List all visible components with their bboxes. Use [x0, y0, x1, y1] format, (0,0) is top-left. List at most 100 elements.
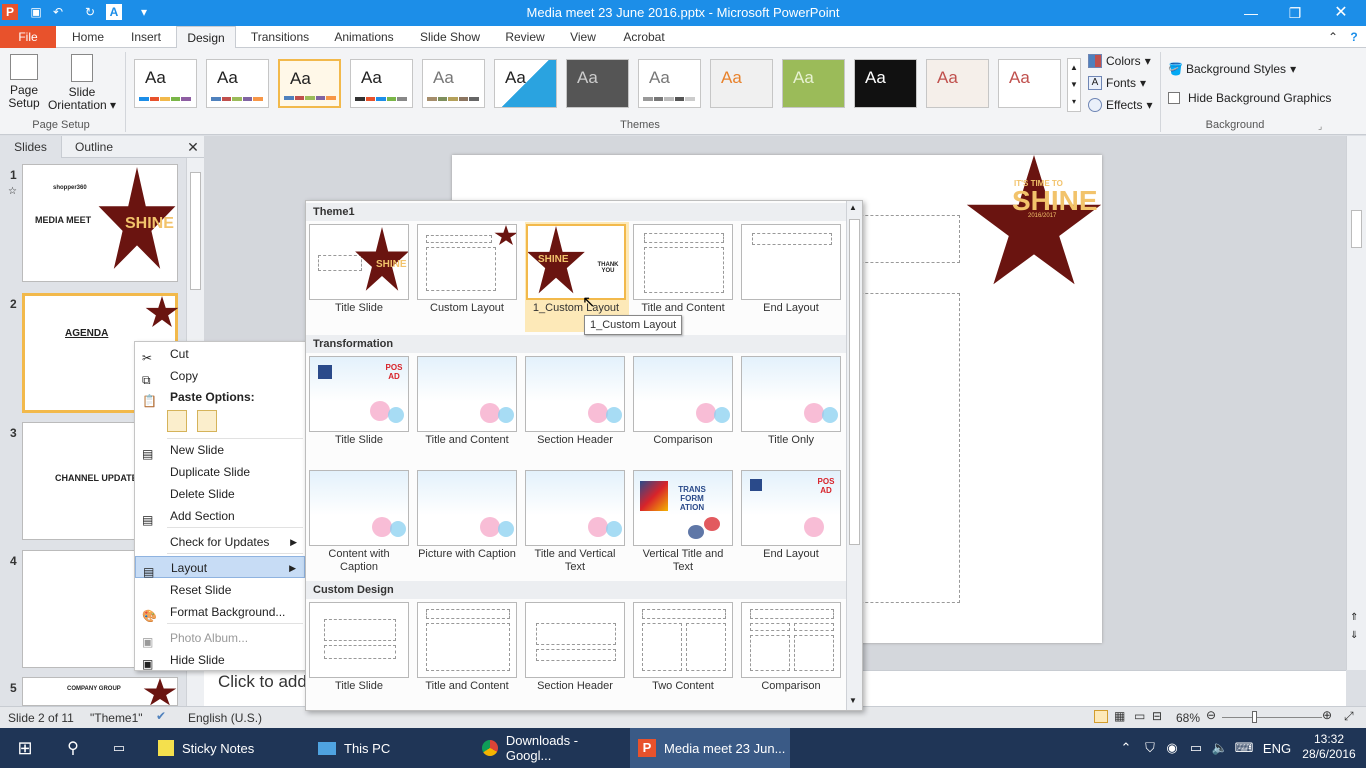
slide-show-icon[interactable]: ⊟ [1152, 709, 1162, 723]
layout-transformation-title-and-vertical-text[interactable]: Title and Vertical Text [525, 470, 629, 580]
reading-view-icon[interactable]: ▭ [1134, 709, 1145, 723]
prev-slide-icon[interactable]: ⇑ [1350, 612, 1358, 623]
zoom-in-icon[interactable]: ⊕ [1322, 708, 1332, 722]
tab-acrobat[interactable]: Acrobat [616, 26, 672, 48]
redo-icon[interactable]: ↻ [82, 4, 98, 20]
layout-transformation-content-with-caption[interactable]: Content with Caption [309, 470, 413, 580]
battery-icon[interactable]: ▭ [1186, 728, 1206, 768]
volume-icon[interactable]: 🔈 [1210, 728, 1230, 768]
layout-custom-title-and-content[interactable]: Title and Content [417, 602, 521, 702]
dialog-launcher-icon[interactable]: ⌟ [1318, 121, 1322, 132]
menu-item-delete-slide[interactable]: Delete Slide [135, 483, 305, 505]
clock[interactable]: 13:32 28/6/2016 [1302, 732, 1356, 762]
language[interactable]: English (U.S.) [188, 711, 262, 725]
menu-item-hide-slide[interactable]: ▣ Hide Slide [135, 649, 305, 671]
next-slide-icon[interactable]: ⇓ [1350, 630, 1358, 641]
keyboard-icon[interactable]: ⌨ [1234, 728, 1254, 768]
fonts-button[interactable]: A Fonts ▾ [1088, 76, 1146, 90]
tab-slides[interactable]: Slides [0, 136, 62, 158]
slide-sorter-icon[interactable]: ▦ [1114, 709, 1125, 723]
gallery-scrollbar[interactable]: ▲ ▼ [846, 201, 862, 710]
save-icon[interactable]: ▣ [28, 4, 44, 20]
layout-transformation-title-slide[interactable]: POS AD Title Slide [309, 356, 413, 456]
restore-button[interactable]: ❐ [1272, 0, 1318, 26]
network-icon[interactable]: ◉ [1162, 728, 1182, 768]
tab-file[interactable]: File [0, 26, 56, 48]
theme-thumb-11[interactable]: Aa [854, 59, 917, 108]
menu-item-check-updates[interactable]: Check for Updates ▶ [135, 531, 305, 553]
menu-item-format-background[interactable]: 🎨 Format Background... [135, 601, 305, 623]
paste-keep-formatting-icon[interactable] [167, 410, 187, 432]
tab-insert[interactable]: Insert [120, 26, 172, 48]
layout-transformation-picture-with-caption[interactable]: Picture with Caption [417, 470, 521, 580]
layout-theme1-end-layout[interactable]: End Layout [741, 224, 845, 324]
scroll-thumb[interactable] [1351, 210, 1362, 248]
search-icon[interactable]: ⚲ [60, 728, 86, 768]
windows-start-icon[interactable]: ⊞ [12, 728, 38, 768]
layout-custom-title-slide[interactable]: Title Slide [309, 602, 413, 702]
theme-thumb-1[interactable]: Aa [134, 59, 197, 108]
help-icon[interactable]: ? [1346, 26, 1362, 48]
title-placeholder[interactable] [850, 215, 960, 263]
menu-item-cut[interactable]: ✂ Cut [135, 343, 305, 365]
layout-theme1-title-slide[interactable]: SHINE Title Slide [309, 224, 413, 324]
layout-transformation-comparison[interactable]: Comparison [633, 356, 737, 456]
themes-scroll-buttons[interactable]: ▲ ▼ ▾ [1067, 58, 1081, 112]
taskbar-powerpoint[interactable]: P Media meet 23 Jun... [630, 728, 790, 768]
zoom-level[interactable]: 68% [1176, 711, 1200, 725]
theme-thumb-13[interactable]: Aa [998, 59, 1061, 108]
minimize-button[interactable]: — [1228, 0, 1274, 26]
taskbar-sticky-notes[interactable]: Sticky Notes [150, 728, 300, 768]
close-panel-icon[interactable]: ✕ [184, 136, 202, 158]
page-setup-button[interactable]: Page Setup [6, 54, 42, 114]
tab-design[interactable]: Design [176, 26, 236, 49]
layout-theme1-title-and-content[interactable]: Title and Content [633, 224, 737, 324]
theme-thumb-10[interactable]: Aa [782, 59, 845, 108]
menu-item-layout[interactable]: ▤ Layout ▶ [135, 556, 305, 579]
layout-theme1-custom-layout[interactable]: Custom Layout [417, 224, 521, 324]
layout-custom-section-header[interactable]: Section Header [525, 602, 629, 702]
input-language[interactable]: ENG [1262, 728, 1292, 768]
theme-thumb-12[interactable]: Aa [926, 59, 989, 108]
scroll-thumb[interactable] [849, 219, 860, 545]
theme-thumb-8[interactable]: Aa [638, 59, 701, 108]
theme-thumb-office[interactable]: Aa [206, 59, 269, 108]
tab-outline[interactable]: Outline [62, 136, 126, 158]
slide-orientation-button[interactable]: Slide Orientation ▾ [46, 54, 118, 114]
theme-thumb-4[interactable]: Aa [350, 59, 413, 108]
layout-transformation-title-only[interactable]: Title Only [741, 356, 845, 456]
layout-custom-comparison[interactable]: Comparison [741, 602, 845, 702]
zoom-out-icon[interactable]: ⊖ [1206, 708, 1216, 722]
hide-background-checkbox[interactable]: Hide Background Graphics [1168, 91, 1331, 105]
font-color-icon[interactable]: A [106, 4, 122, 20]
collapse-ribbon-icon[interactable]: ⌃ [1326, 26, 1340, 48]
taskbar-chrome[interactable]: Downloads - Googl... [474, 728, 626, 768]
editor-scrollbar[interactable]: ⇑ ⇓ [1346, 136, 1366, 670]
tab-transitions[interactable]: Transitions [244, 26, 316, 48]
powerpoint-logo-icon[interactable]: P [2, 4, 18, 20]
undo-icon[interactable]: ↶ [50, 4, 66, 20]
theme-thumb-9[interactable]: Aa [710, 59, 773, 108]
normal-view-icon[interactable] [1094, 710, 1108, 723]
layout-transformation-vertical-title-and-text[interactable]: TRANS FORM ATION Vertical Title and Text [633, 470, 737, 580]
menu-item-duplicate-slide[interactable]: Duplicate Slide [135, 461, 305, 483]
fit-slide-icon[interactable]: ⤢ [1344, 709, 1354, 724]
menu-item-new-slide[interactable]: ▤ New Slide [135, 439, 305, 461]
theme-thumb-7[interactable]: Aa [566, 59, 629, 108]
zoom-slider[interactable] [1222, 717, 1322, 718]
layout-transformation-title-and-content[interactable]: Title and Content [417, 356, 521, 456]
shield-icon[interactable]: ⛉ [1140, 728, 1160, 768]
menu-item-add-section[interactable]: ▤ Add Section [135, 505, 305, 527]
theme-thumb-5[interactable]: Aa [422, 59, 485, 108]
layout-transformation-end-layout[interactable]: POS AD End Layout [741, 470, 845, 580]
zoom-slider-handle[interactable] [1252, 711, 1257, 723]
theme-thumb-6[interactable]: Aa [494, 59, 557, 108]
menu-item-copy[interactable]: ⧉ Copy [135, 365, 305, 387]
close-button[interactable]: ✕ [1318, 0, 1364, 26]
show-hidden-icons-icon[interactable]: ⌃ [1116, 728, 1136, 768]
taskbar-this-pc[interactable]: This PC [310, 728, 460, 768]
scroll-down-icon[interactable]: ▼ [849, 696, 857, 705]
colors-button[interactable]: Colors ▾ [1088, 54, 1151, 68]
spellcheck-icon[interactable]: ✔ [156, 709, 166, 723]
scroll-thumb[interactable] [190, 172, 201, 290]
